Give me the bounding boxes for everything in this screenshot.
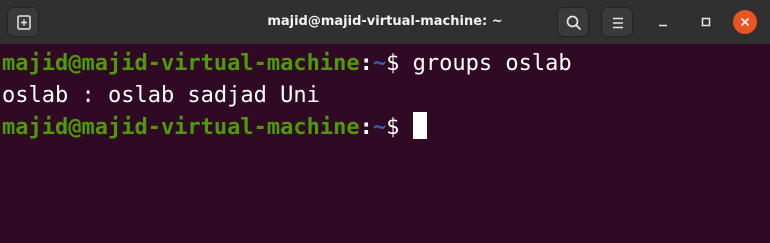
prompt-colon: :	[359, 115, 373, 140]
terminal-output[interactable]: majid@majid-virtual-machine:~$ groups os…	[0, 44, 770, 243]
prompt-userhost: majid@majid-virtual-machine	[2, 115, 360, 140]
prompt-colon: :	[359, 51, 373, 76]
search-button[interactable]	[557, 7, 589, 37]
terminal-window: majid@majid-virtual-machine: ~ majid@maj…	[0, 0, 770, 243]
maximize-icon	[701, 17, 711, 27]
prompt-symbol: $	[386, 51, 413, 76]
minimize-button[interactable]	[651, 10, 675, 34]
text-cursor	[412, 112, 427, 139]
search-icon	[566, 15, 581, 30]
prompt-userhost: majid@majid-virtual-machine	[2, 51, 360, 76]
prompt-path: ~	[372, 51, 387, 76]
close-icon	[740, 17, 750, 27]
terminal-line: oslab : oslab sadjad Uni	[2, 80, 320, 112]
prompt-symbol: $	[386, 115, 413, 140]
command-output: oslab : oslab sadjad Uni	[2, 83, 320, 108]
title-bar: majid@majid-virtual-machine: ~	[0, 0, 770, 44]
hamburger-menu-icon	[613, 17, 623, 29]
minimize-icon	[659, 24, 667, 27]
menu-button[interactable]	[601, 7, 633, 37]
command-text: groups oslab	[412, 51, 572, 76]
terminal-line: majid@majid-virtual-machine:~$ groups os…	[2, 48, 572, 80]
prompt-path: ~	[372, 115, 387, 140]
terminal-line: majid@majid-virtual-machine:~$	[2, 112, 427, 144]
maximize-button[interactable]	[694, 10, 718, 34]
close-button[interactable]	[733, 10, 757, 34]
